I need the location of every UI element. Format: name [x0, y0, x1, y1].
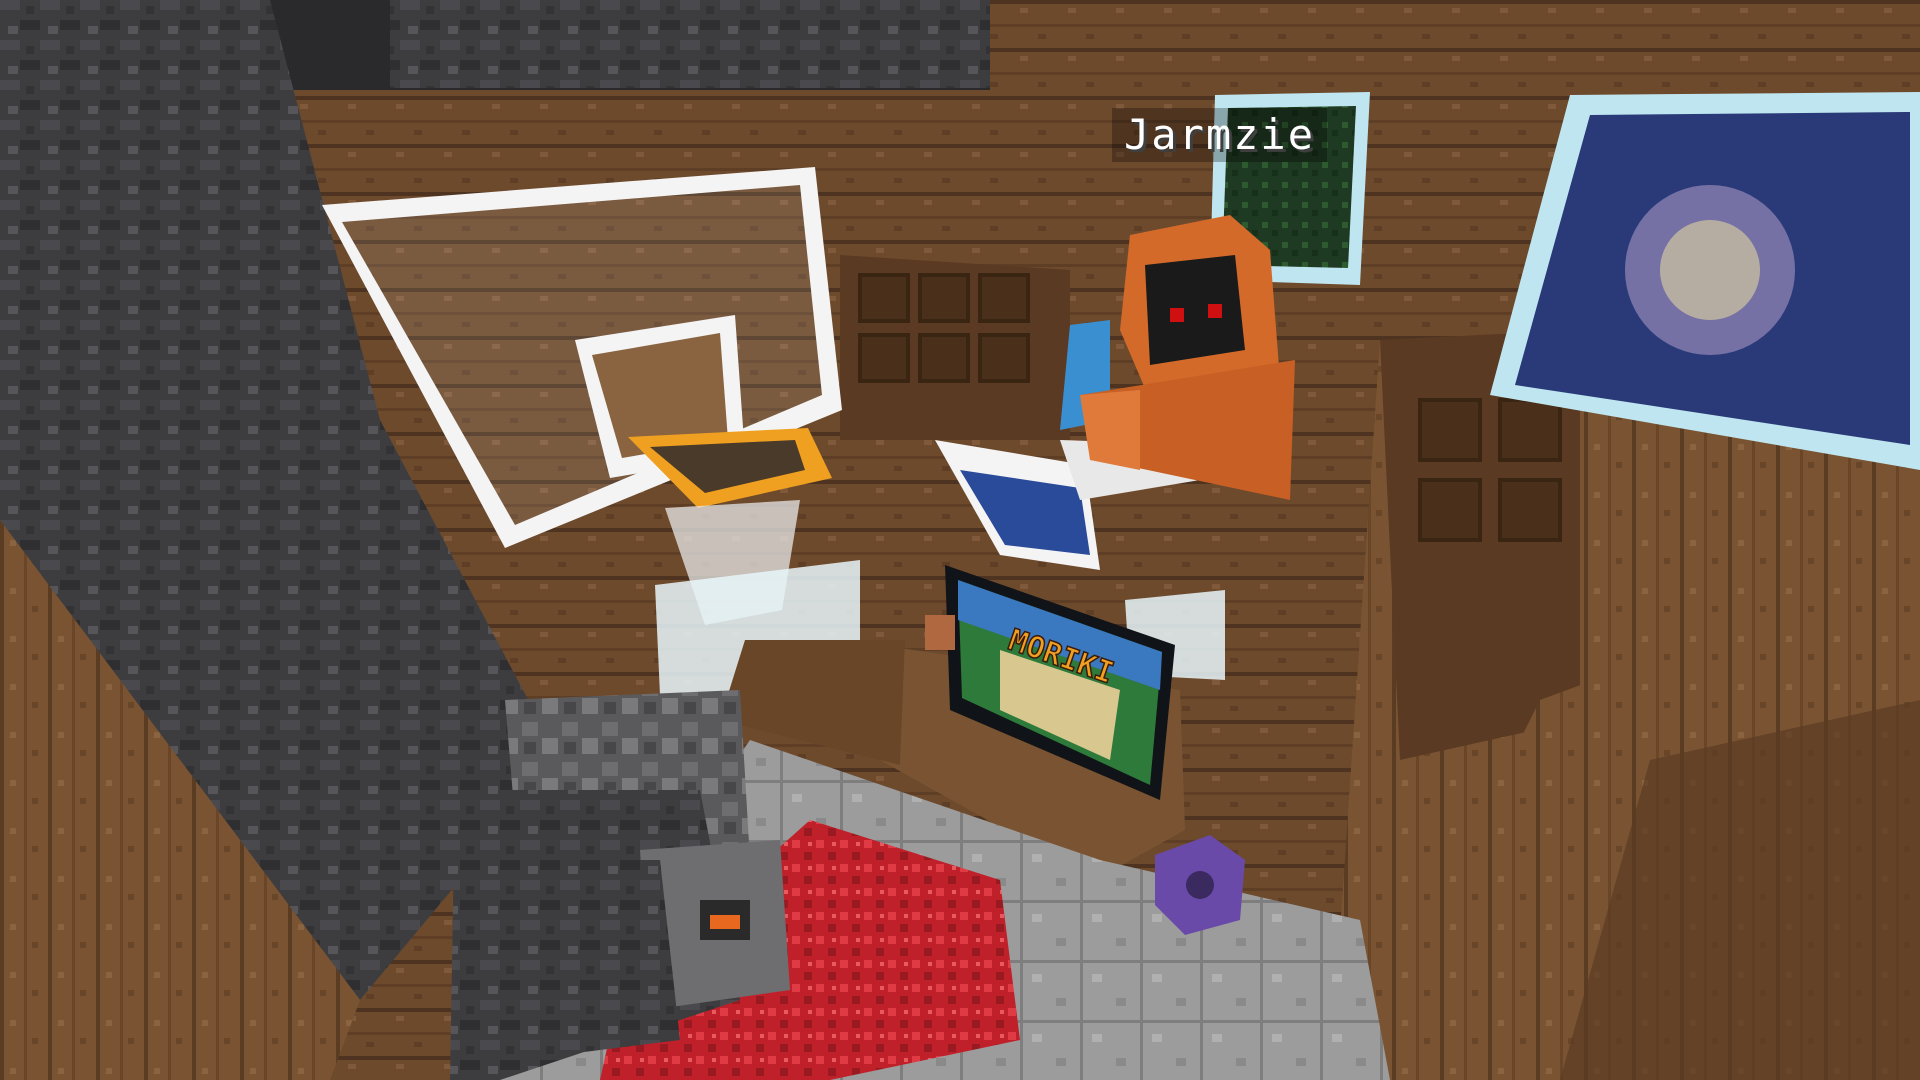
player-nametag: Jarmzie: [1112, 108, 1328, 162]
game-viewport[interactable]: MORIKI Jarmzie: [0, 0, 1920, 1080]
minecraft-room-scene: MORIKI: [0, 0, 1920, 1080]
